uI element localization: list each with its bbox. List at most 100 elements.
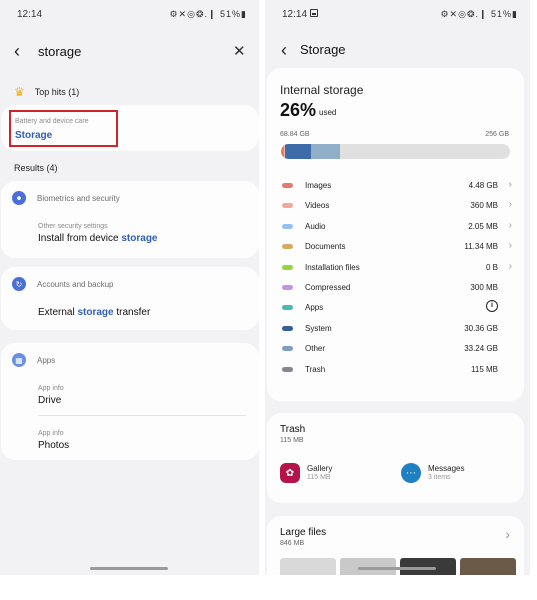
- category-color-dot: [282, 264, 293, 270]
- internal-storage-heading: Internal storage: [280, 83, 364, 97]
- category-color-dot: [282, 203, 293, 209]
- used-amount: 68.84 GB: [280, 131, 310, 138]
- category-color-dot: [282, 285, 293, 290]
- section-name: Accounts and backup: [37, 279, 114, 289]
- trash-size: 115 MB: [280, 437, 304, 444]
- chevron-right-icon[interactable]: ›: [505, 526, 510, 542]
- used-label: used: [319, 108, 337, 117]
- title-highlight: storage: [121, 233, 158, 244]
- category-size: 0 B: [485, 262, 498, 272]
- large-files-size: 846 MB: [280, 540, 305, 547]
- status-icons: ⚙✕◎❂.❙ 51%▮: [440, 9, 518, 19]
- category-name: Audio: [305, 221, 326, 231]
- category-name: Documents: [305, 242, 346, 252]
- chevron-right-icon[interactable]: ›: [509, 240, 512, 251]
- title-text: transfer: [113, 307, 151, 318]
- category-color-dot: [282, 183, 293, 188]
- info-icon[interactable]: i: [486, 300, 498, 313]
- gallery-name[interactable]: Gallery: [307, 464, 332, 473]
- gallery-app-icon[interactable]: ✿: [280, 463, 300, 483]
- section-header-accounts: ↻ Accounts and backup: [12, 277, 114, 291]
- result-external-storage-transfer[interactable]: External storage transfer: [38, 307, 150, 318]
- category-size: 30.36 GB: [464, 323, 498, 333]
- category-color-dot: [282, 346, 293, 352]
- storage-category-audio[interactable]: Audio 2.05 MB ›: [282, 220, 512, 234]
- category-size: 300 MB: [470, 283, 498, 292]
- storage-usage-bar: [281, 144, 510, 159]
- file-thumbnail[interactable]: [460, 558, 516, 575]
- results-label: Results (4): [14, 163, 58, 173]
- storage-category-documents[interactable]: Documents 11.34 MB ›: [282, 240, 512, 254]
- storage-category-other[interactable]: Other 33.24 GB: [282, 342, 512, 356]
- category-size: 4.48 GB: [468, 181, 498, 190]
- chevron-right-icon[interactable]: ›: [509, 220, 512, 231]
- home-indicator[interactable]: [358, 567, 436, 570]
- storage-category-videos[interactable]: Videos 360 MB ›: [282, 199, 512, 213]
- category-name: Apps: [305, 303, 324, 313]
- result-photos[interactable]: Photos: [38, 440, 69, 451]
- back-arrow-icon[interactable]: ‹: [281, 41, 287, 59]
- storage-bar-segment: [285, 144, 311, 159]
- category-name: Trash: [305, 364, 326, 374]
- category-name: Videos: [305, 201, 330, 211]
- total-capacity: 256 GB: [485, 131, 509, 138]
- storage-category-compressed[interactable]: Compressed 300 MB: [282, 281, 512, 295]
- top-hits-header: ♛ Top hits (1): [14, 85, 79, 99]
- result-subtitle: App info: [38, 430, 64, 437]
- file-thumbnail[interactable]: [280, 558, 336, 575]
- search-input[interactable]: storage: [38, 44, 81, 59]
- back-arrow-icon[interactable]: ‹: [14, 42, 20, 60]
- title-highlight: storage: [77, 307, 114, 318]
- storage-category-images[interactable]: Images 4.48 GB ›: [282, 179, 512, 193]
- page-title: Storage: [300, 42, 346, 57]
- category-size: 2.05 MB: [468, 221, 498, 231]
- category-name: Images: [305, 181, 332, 190]
- trash-title: Trash: [280, 424, 306, 435]
- category-color-dot: [282, 305, 293, 311]
- category-size: 115 MB: [471, 364, 498, 374]
- category-color-dot: [282, 325, 293, 331]
- section-name: Apps: [37, 355, 56, 365]
- storage-screen: 12:14 ⚙✕◎❂.❙ 51%▮ ‹ Storage Internal sto…: [265, 0, 530, 575]
- highlight-box: [9, 110, 118, 147]
- chevron-right-icon[interactable]: ›: [509, 261, 512, 272]
- result-subtitle: App info: [38, 385, 64, 392]
- chevron-right-icon[interactable]: ›: [509, 179, 512, 190]
- gallery-notification-icon: [310, 9, 318, 17]
- sync-icon: ↻: [12, 277, 26, 291]
- category-size: 11.34 MB: [464, 242, 498, 252]
- section-name: Biometrics and security: [37, 193, 120, 203]
- category-color-dot: [282, 244, 293, 250]
- search-results-screen: 12:14 ⚙✕◎❂.❙ 51%▮ ‹ storage ✕ ♛ Top hits…: [0, 0, 259, 575]
- storage-category-system[interactable]: System 30.36 GB: [282, 322, 512, 336]
- storage-category-trash[interactable]: Trash 115 MB: [282, 363, 512, 377]
- large-files-title: Large files: [280, 527, 327, 538]
- divider: [38, 415, 246, 416]
- category-size: 33.24 GB: [464, 344, 498, 354]
- gallery-trash-size: 115 MB: [307, 474, 331, 481]
- category-size: 360 MB: [470, 201, 498, 211]
- result-install-from-device-storage[interactable]: Install from device storage: [38, 233, 158, 244]
- home-indicator[interactable]: [90, 567, 168, 570]
- result-subtitle: Other security settings: [38, 223, 108, 230]
- storage-bar-segment: [310, 144, 341, 159]
- category-name: Installation files: [305, 262, 360, 272]
- status-time: 12:14: [17, 9, 43, 20]
- close-icon[interactable]: ✕: [233, 42, 246, 60]
- trash-card[interactable]: Trash 115 MB ✿ Gallery 115 MB ⋯ Messages…: [267, 413, 524, 503]
- chevron-right-icon[interactable]: ›: [509, 199, 512, 210]
- section-header-apps: ▦ Apps: [12, 353, 55, 367]
- shield-icon: ⚫: [12, 191, 26, 205]
- category-name: Compressed: [305, 283, 351, 292]
- messages-app-icon[interactable]: ⋯: [401, 463, 421, 483]
- category-name: System: [305, 323, 332, 333]
- storage-category-apps[interactable]: Apps i: [282, 300, 512, 315]
- messages-name[interactable]: Messages: [428, 464, 464, 473]
- title-text: External: [38, 307, 78, 318]
- used-percent: 26%: [280, 100, 317, 120]
- apps-grid-icon: ▦: [12, 353, 26, 367]
- section-header-biometrics: ⚫ Biometrics and security: [12, 191, 120, 205]
- result-drive[interactable]: Drive: [38, 395, 61, 406]
- storage-category-installation-files[interactable]: Installation files 0 B ›: [282, 261, 512, 275]
- top-hits-label: Top hits (1): [34, 87, 80, 97]
